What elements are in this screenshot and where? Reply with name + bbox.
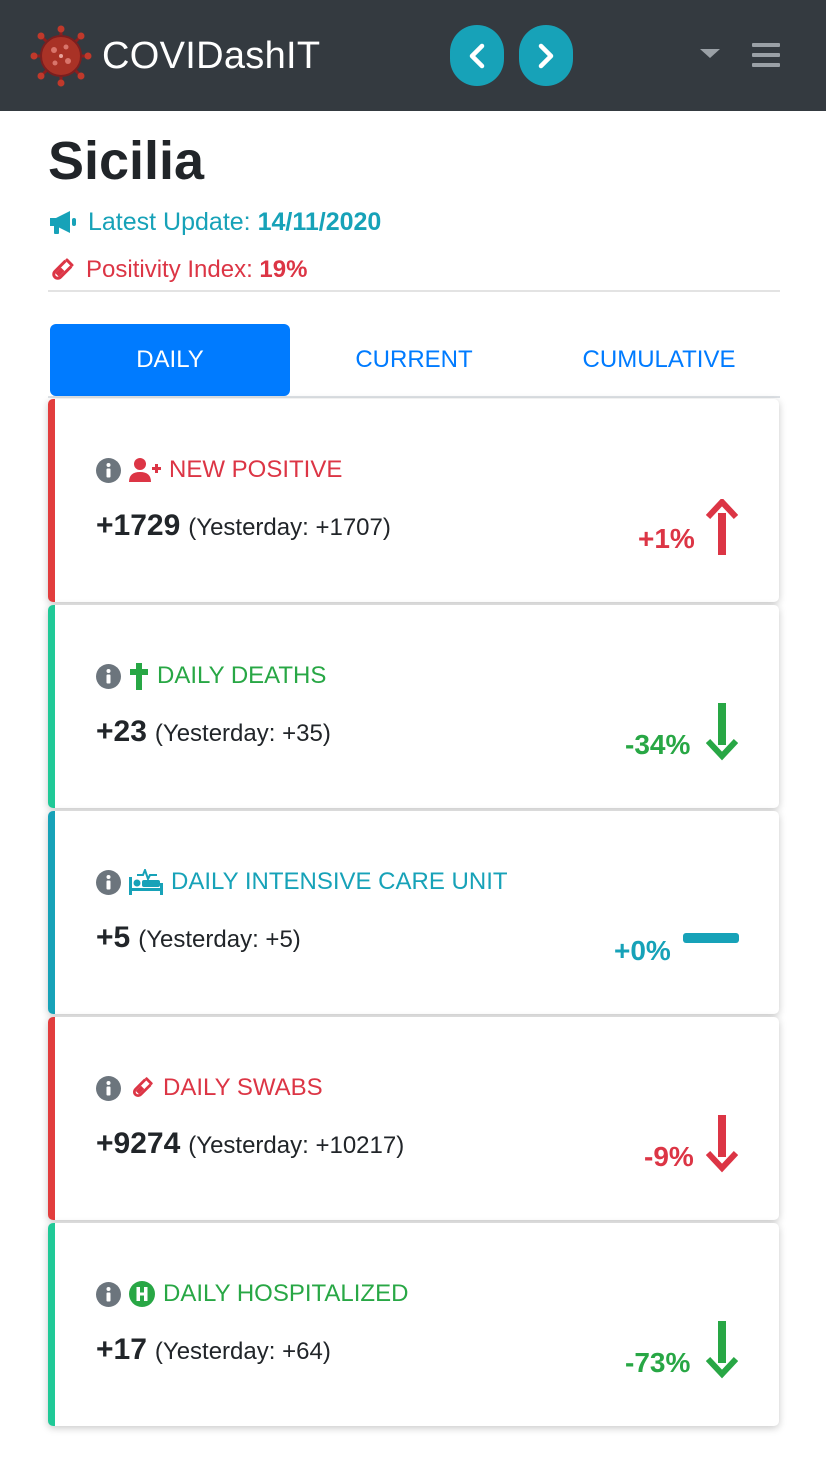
yesterday-value: +64 (282, 1338, 323, 1365)
positivity-index: Positivity Index: 19% (48, 252, 307, 288)
info-icon[interactable] (96, 1075, 121, 1101)
change-percent: -9% (644, 1141, 694, 1172)
virus-logo-icon (30, 25, 92, 87)
latest-update-label: Latest Update: (88, 207, 251, 236)
chevron-right-icon (538, 43, 554, 68)
positivity-value: 19% (259, 256, 308, 283)
info-icon[interactable] (96, 869, 121, 895)
yesterday-text: (Yesterday: +10217) (188, 1132, 405, 1159)
card-title-text: DAILY DEATHS (157, 662, 327, 689)
divider (48, 290, 780, 292)
yesterday-text: (Yesterday: +5) (138, 926, 301, 953)
info-icon[interactable] (96, 457, 121, 483)
previous-day-button[interactable] (450, 25, 504, 86)
card-title-text: NEW POSITIVE (169, 456, 343, 483)
yesterday-value: +1707 (315, 514, 383, 541)
tab-daily[interactable]: DAILY (50, 324, 290, 396)
card-accent-bar (48, 1223, 55, 1426)
positivity-label: Positivity Index: (86, 256, 253, 283)
yesterday-value: +35 (282, 720, 323, 747)
arrow-down-icon (706, 703, 738, 761)
change-percent: +1% (638, 523, 695, 554)
card-accent-bar (48, 399, 55, 602)
latest-update: Latest Update: 14/11/2020 (48, 204, 381, 240)
chevron-left-icon (469, 43, 485, 68)
card-title: DAILY INTENSIVE CARE UNIT (96, 867, 508, 897)
brand[interactable]: COVIDashIT (30, 25, 321, 87)
card-daily-swabs: DAILY SWABS +9274 (Yesterday: +10217) -9… (48, 1017, 779, 1220)
card-accent-bar (48, 811, 55, 1014)
card-value: +9274 (Yesterday: +10217) (96, 1127, 404, 1167)
yesterday-label: Yesterday: (162, 1338, 276, 1365)
yesterday-value: +5 (265, 926, 293, 953)
today-value: +9274 (96, 1127, 181, 1160)
yesterday-label: Yesterday: (146, 926, 259, 953)
bullhorn-icon (50, 211, 76, 234)
arrow-down-icon (706, 1115, 738, 1173)
brand-name: COVIDashIT (102, 34, 321, 77)
yesterday-label: Yesterday: (196, 514, 309, 541)
yesterday-value: +10217 (315, 1132, 397, 1159)
card-value: +1729 (Yesterday: +1707) (96, 509, 391, 549)
change-percent: +0% (614, 935, 671, 966)
hospital-h-icon (129, 1281, 155, 1307)
tab-bar: DAILY CURRENT CUMULATIVE (48, 324, 780, 398)
user-plus-icon (129, 457, 161, 483)
card-title: DAILY DEATHS (96, 661, 326, 691)
vial-icon (52, 258, 74, 280)
card-title: NEW POSITIVE (96, 455, 342, 485)
navbar: COVIDashIT (0, 0, 826, 111)
card-title-text: DAILY SWABS (163, 1074, 323, 1101)
tab-current[interactable]: CURRENT (298, 324, 530, 396)
card-daily-hospitalized: DAILY HOSPITALIZED +17 (Yesterday: +64) … (48, 1223, 779, 1426)
today-value: +1729 (96, 509, 181, 542)
dash-icon (683, 933, 739, 943)
info-icon[interactable] (96, 663, 121, 689)
hamburger-menu-icon[interactable] (752, 43, 780, 67)
card-title: DAILY SWABS (96, 1073, 323, 1103)
info-icon[interactable] (96, 1281, 121, 1307)
card-accent-bar (48, 1017, 55, 1220)
page-title: Sicilia (48, 131, 205, 191)
change-percent: -34% (625, 729, 691, 760)
card-value: +17 (Yesterday: +64) (96, 1333, 331, 1373)
card-title-text: DAILY HOSPITALIZED (163, 1280, 409, 1307)
change-percent: -73% (625, 1347, 691, 1378)
next-day-button[interactable] (519, 25, 573, 86)
arrow-down-icon (706, 1321, 738, 1379)
card-accent-bar (48, 605, 55, 808)
caret-down-icon[interactable] (700, 49, 720, 58)
latest-update-value: 14/11/2020 (257, 207, 382, 236)
yesterday-text: (Yesterday: +1707) (188, 514, 391, 541)
arrow-up-icon (706, 499, 738, 555)
card-value: +23 (Yesterday: +35) (96, 715, 331, 755)
vial-icon (129, 1075, 155, 1101)
tab-cumulative[interactable]: CUMULATIVE (538, 324, 780, 396)
cross-icon (129, 662, 149, 690)
today-value: +5 (96, 921, 131, 954)
card-title-text: DAILY INTENSIVE CARE UNIT (171, 868, 508, 895)
procedures-bed-icon (129, 869, 163, 895)
card-value: +5 (Yesterday: +5) (96, 921, 301, 961)
card-title: DAILY HOSPITALIZED (96, 1279, 408, 1309)
card-daily-icu: DAILY INTENSIVE CARE UNIT +5 (Yesterday:… (48, 811, 779, 1014)
card-new-positive: NEW POSITIVE +1729 (Yesterday: +1707) +1… (48, 399, 779, 602)
card-daily-deaths: DAILY DEATHS +23 (Yesterday: +35) -34% (48, 605, 779, 808)
yesterday-label: Yesterday: (162, 720, 276, 747)
yesterday-label: Yesterday: (196, 1132, 309, 1159)
yesterday-text: (Yesterday: +35) (154, 720, 331, 747)
today-value: +17 (96, 1333, 147, 1366)
yesterday-text: (Yesterday: +64) (154, 1338, 331, 1365)
today-value: +23 (96, 715, 147, 748)
